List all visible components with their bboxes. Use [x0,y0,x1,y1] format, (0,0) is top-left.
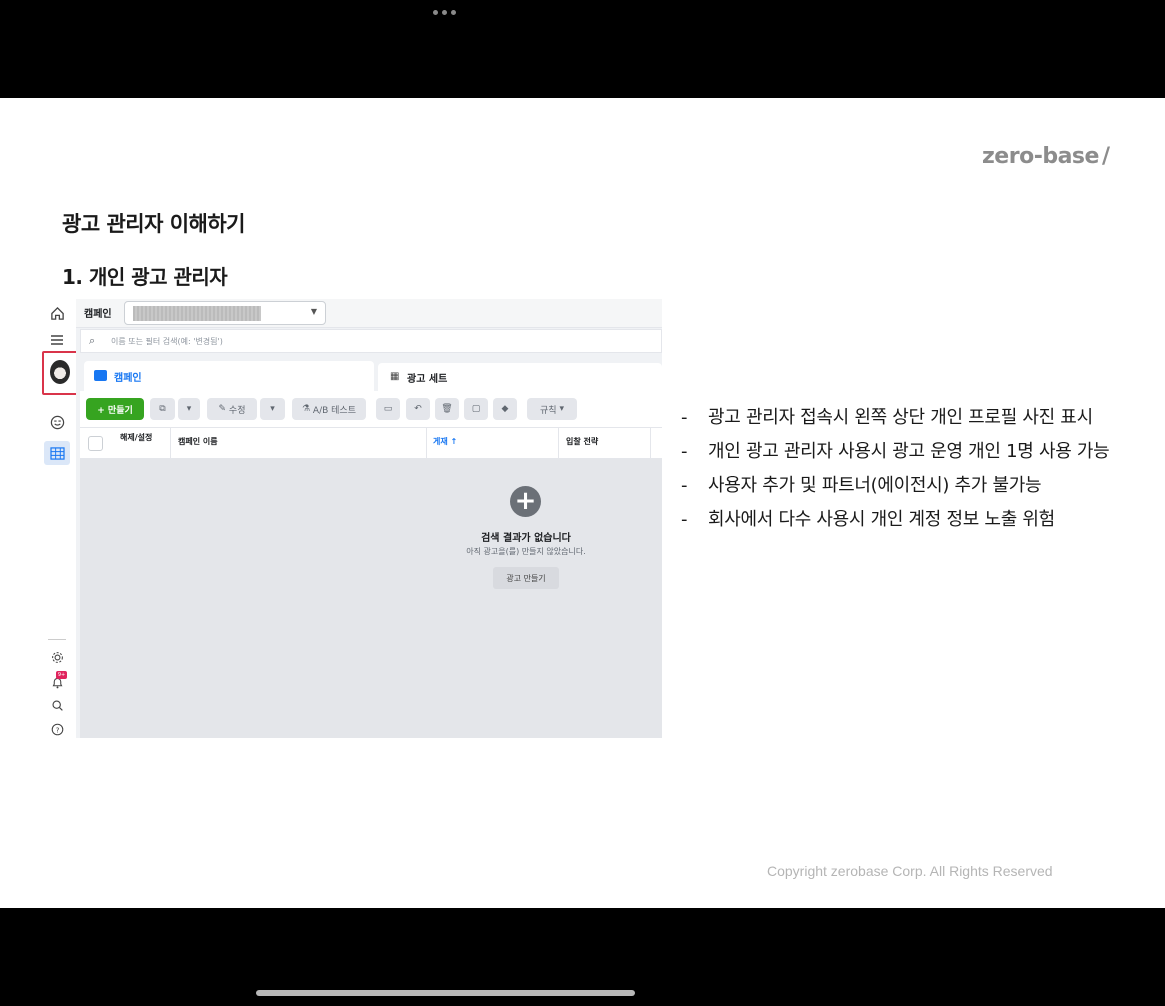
grid-icon: ▦ [390,371,400,382]
ab-test-button[interactable]: ⚗ A/B 테스트 [292,398,366,420]
col-off-on[interactable]: 해제/설정 [120,433,156,443]
more-options-icon[interactable] [433,10,456,15]
list-item: - 회사에서 다수 사용시 개인 계정 정보 노출 위험 [681,508,1109,542]
ads-manager-screenshot: 9+ ? 캠페인 ▼ ⌕ 이름 또는 필터 검색(예: '변경됨') 캠페인 ▦… [40,299,662,738]
bullet-text: 회사에서 다수 사용시 개인 계정 정보 노출 위험 [708,509,1055,530]
slide-title: 광고 관리자 이해하기 [62,212,246,236]
table-icon[interactable] [44,441,70,465]
notification-badge: 9+ [56,671,67,679]
clipboard-icon[interactable]: ▭ [376,398,400,420]
slide-subtitle: 1. 개인 광고 관리자 [62,265,228,289]
profile-highlight [42,351,78,395]
profile-avatar[interactable] [50,360,70,384]
tab-campaign-label: 캠페인 [114,373,142,384]
tab-adset[interactable]: ▦ 광고 세트 [378,363,662,391]
copyright: Copyright zerobase Corp. All Rights Rese… [767,863,1053,879]
tab-adset-label: 광고 세트 [407,374,448,385]
list-item: - 광고 관리자 접속시 왼쪽 상단 개인 프로필 사진 표시 [681,406,1109,440]
select-all-checkbox[interactable] [88,436,103,451]
top-bar [0,0,1165,98]
empty-state: + 검색 결과가 없습니다 아직 광고을(를) 만들지 않았습니다. 광고 만들… [80,459,662,738]
edit-menu-button[interactable]: ▾ [260,398,285,420]
rules-button[interactable]: 규칙 ▾ [527,398,577,420]
bullet-marker: - [681,407,688,428]
empty-subtitle: 아직 광고을(를) 만들지 않았습니다. [466,547,586,556]
col-delivery[interactable]: 게재 ↑ [433,436,457,447]
col-bid-strategy[interactable]: 입찰 전략 [566,436,598,447]
trash-icon[interactable]: 🗑 [435,398,459,420]
preview-icon[interactable]: ▢ [464,398,488,420]
left-nav-rail: 9+ ? [40,299,78,738]
redacted-account-name [133,306,261,321]
bullet-text: 개인 광고 관리자 사용시 광고 운영 개인 1명 사용 가능 [708,441,1110,462]
list-item: - 개인 광고 관리자 사용시 광고 운영 개인 1명 사용 가능 [681,440,1110,474]
search-icon: ⌕ [89,334,96,347]
menu-icon[interactable] [48,331,66,349]
slide: zero-base / 광고 관리자 이해하기 1. 개인 광고 관리자 9+ … [0,98,1165,908]
search-input[interactable]: 이름 또는 필터 검색(예: '변경됨') [111,336,223,347]
campaign-selector-row: 캠페인 ▼ [76,299,662,328]
smiley-icon[interactable] [48,413,66,431]
rules-label: 규칙 [540,405,557,416]
table-header: 해제/설정 캠페인 이름 게재 ↑ 입찰 전략 [80,427,662,460]
search-bar[interactable]: ⌕ 이름 또는 필터 검색(예: '변경됨') [80,329,662,353]
col-campaign-name[interactable]: 캠페인 이름 [178,436,218,447]
chevron-down-icon: ▼ [310,307,317,316]
gear-icon[interactable] [48,648,66,666]
flask-icon: ⚗ [301,404,313,414]
campaign-label: 캠페인 [84,309,112,320]
duplicate-button[interactable]: ⧉ [150,398,175,420]
svg-text:?: ? [55,725,59,734]
col-divider [426,428,427,460]
list-item: - 사용자 추가 및 파트너(에이전시) 추가 불가능 [681,474,1109,508]
ads-manager-main: 캠페인 ▼ ⌕ 이름 또는 필터 검색(예: '변경됨') 캠페인 ▦ 광고 세… [76,299,662,738]
ab-test-label: A/B 테스트 [312,405,356,416]
bullet-text: 광고 관리자 접속시 왼쪽 상단 개인 프로필 사진 표시 [708,407,1093,428]
undo-icon[interactable]: ↶ [406,398,430,420]
brand-logo: zero-base / [982,144,1110,169]
edit-label: 수정 [228,405,246,416]
campaign-select[interactable]: ▼ [124,301,326,325]
duplicate-menu-button[interactable]: ▾ [178,398,200,420]
bullet-marker: - [681,441,688,462]
bullet-text: 사용자 추가 및 파트너(에이전시) 추가 불가능 [708,475,1042,496]
level-tabs: 캠페인 ▦ 광고 세트 [80,361,662,391]
create-button[interactable]: + 만들기 [86,398,144,420]
col-divider [650,428,651,460]
home-indicator[interactable] [256,990,635,996]
search-icon[interactable] [48,696,66,714]
create-ad-button[interactable]: 광고 만들기 [493,567,559,589]
col-divider [170,428,171,460]
pencil-icon: ✎ [218,404,229,414]
home-icon[interactable] [48,304,66,322]
edit-button[interactable]: ✎ 수정 [207,398,257,420]
tag-icon[interactable]: ◆ [493,398,517,420]
bullet-marker: - [681,475,688,496]
plus-icon: + [510,486,541,517]
empty-title: 검색 결과가 없습니다 [481,533,571,544]
help-icon[interactable]: ? [48,720,66,738]
toolbar: + 만들기 ⧉ ▾ ✎ 수정 ▾ ⚗ A/B 테스트 ▭ ↶ 🗑 ▢ ◆ 규칙 … [80,391,662,427]
col-divider [558,428,559,460]
bullet-marker: - [681,509,688,530]
bullet-list: - 광고 관리자 접속시 왼쪽 상단 개인 프로필 사진 표시 - 개인 광고 관리… [681,406,1110,542]
rail-divider [48,639,66,640]
folder-icon [94,370,107,381]
tab-campaign[interactable]: 캠페인 [84,361,374,391]
